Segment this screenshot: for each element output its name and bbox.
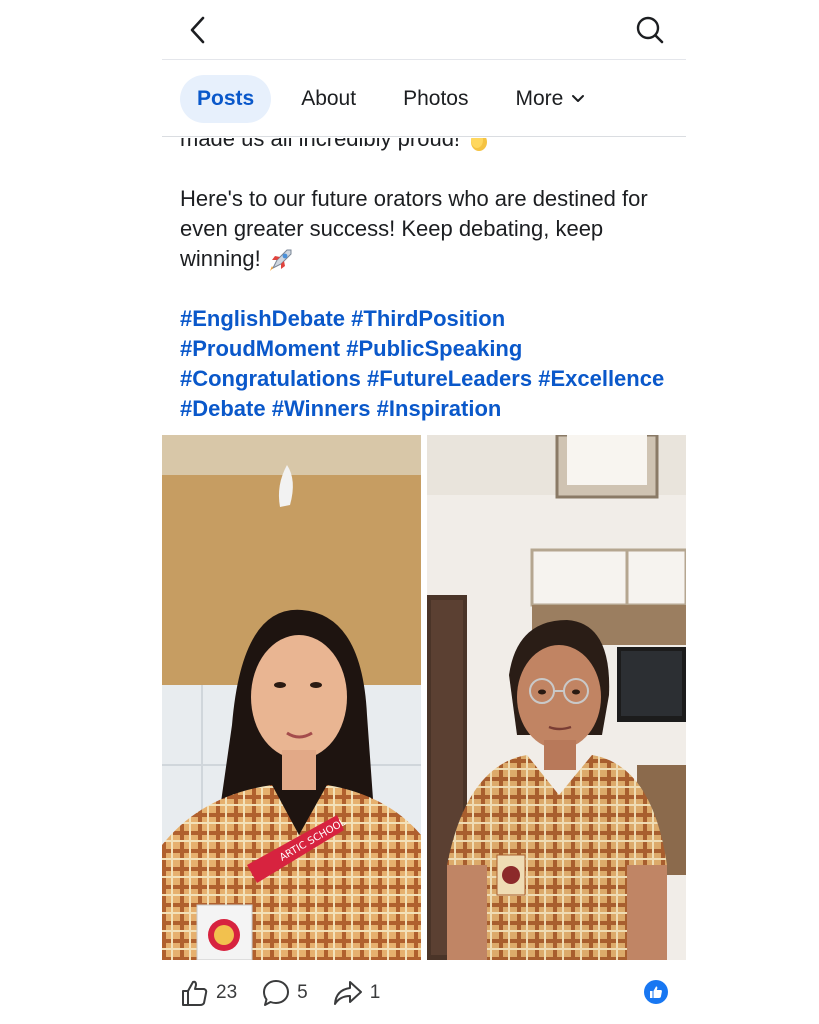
like-reaction-icon[interactable] — [644, 980, 668, 1004]
search-icon — [636, 16, 664, 44]
hashtag-line: #EnglishDebate #ThirdPosition — [180, 304, 675, 334]
tab-posts-label: Posts — [197, 86, 255, 110]
hashtag-link[interactable]: #Congratulations — [180, 366, 361, 391]
rocket-emoji — [269, 249, 292, 272]
post-paragraph: Here's to our future orators who are des… — [180, 184, 675, 274]
like-icon — [182, 980, 208, 1006]
hashtag-line: #Congratulations #FutureLeaders #Excelle… — [180, 364, 675, 394]
post-actions: 23 5 1 — [162, 962, 686, 1024]
hashtag-link[interactable]: #EnglishDebate — [180, 306, 345, 331]
thumbs-up-icon — [650, 986, 662, 998]
back-arrow-icon — [190, 16, 205, 44]
hashtag-link[interactable]: #FutureLeaders — [367, 366, 532, 391]
post-text-partial-line: made us all incredibly proud! — [180, 138, 492, 154]
tab-more-label: More — [515, 86, 564, 110]
hashtag-link[interactable]: #Excellence — [538, 366, 664, 391]
search-button[interactable] — [632, 12, 668, 48]
clapping-hands-emoji — [471, 138, 488, 152]
share-icon — [333, 981, 362, 1005]
profile-tabs: Posts About Photos More — [162, 61, 686, 137]
tab-photos-label: Photos — [403, 86, 469, 110]
post-cut-line-text: made us all incredibly proud! — [180, 138, 461, 151]
hashtag-line: #Debate #Winners #Inspiration — [180, 394, 675, 424]
post-body: made us all incredibly proud! Here's to … — [180, 138, 675, 434]
like-button[interactable]: 23 — [180, 978, 237, 1008]
hashtag-link[interactable]: #Inspiration — [377, 396, 502, 421]
hashtag-link[interactable]: #PublicSpeaking — [346, 336, 522, 361]
post-hashtags: #EnglishDebate #ThirdPosition #ProudMome… — [180, 304, 675, 424]
hashtag-link[interactable]: #ThirdPosition — [351, 306, 505, 331]
tab-about[interactable]: About — [284, 75, 373, 123]
hashtag-line: #ProudMoment #PublicSpeaking — [180, 334, 675, 364]
tab-about-label: About — [301, 86, 357, 110]
back-button[interactable] — [180, 12, 216, 48]
share-count: 1 — [369, 982, 381, 1003]
chevron-down-icon — [572, 94, 585, 102]
post-paragraph-text: Here's to our future orators who are des… — [180, 186, 648, 271]
hashtag-link[interactable]: #Debate — [180, 396, 266, 421]
tab-posts[interactable]: Posts — [180, 74, 272, 123]
comment-button[interactable]: 5 — [261, 978, 308, 1008]
photo-student-right[interactable] — [427, 435, 686, 960]
post-photos: ARTIC SCHOOL — [162, 435, 686, 960]
share-button[interactable]: 1 — [332, 978, 381, 1008]
photo-student-left[interactable]: ARTIC SCHOOL — [162, 435, 421, 960]
hashtag-link[interactable]: #Winners — [272, 396, 371, 421]
comment-count: 5 — [297, 982, 308, 1003]
tab-photos[interactable]: Photos — [386, 75, 485, 123]
tab-more[interactable]: More — [498, 75, 602, 123]
post-screen: Posts About Photos More made us all incr… — [162, 0, 686, 1024]
comment-icon — [263, 980, 290, 1006]
like-count: 23 — [216, 982, 238, 1003]
hashtag-link[interactable]: #ProudMoment — [180, 336, 340, 361]
top-bar — [162, 0, 686, 60]
